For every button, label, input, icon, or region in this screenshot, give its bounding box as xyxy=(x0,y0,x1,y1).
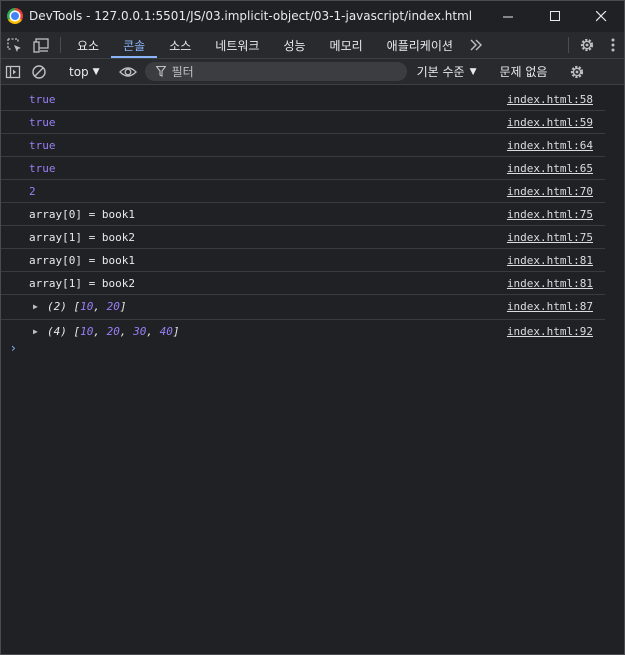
console-message: array[1] = book2 index.html:75 xyxy=(0,226,605,249)
close-button[interactable] xyxy=(578,0,624,32)
divider xyxy=(568,37,569,53)
source-link[interactable]: index.html:92 xyxy=(507,325,593,338)
show-sidebar-button[interactable] xyxy=(0,59,26,84)
more-options-button[interactable] xyxy=(601,32,625,58)
source-link[interactable]: index.html:58 xyxy=(507,93,593,106)
console-object-message[interactable]: ▶ (4) [10, 20, 30, 40] index.html:92 xyxy=(0,320,605,344)
source-link[interactable]: index.html:64 xyxy=(507,139,593,152)
maximize-button[interactable] xyxy=(532,0,578,32)
context-label: top xyxy=(69,64,89,79)
settings-button[interactable] xyxy=(573,32,601,58)
array-value: 40 xyxy=(159,324,173,338)
issues-counter[interactable]: 문제 없음 xyxy=(492,63,556,80)
gear-icon xyxy=(571,65,584,78)
array-value: 10 xyxy=(80,300,94,314)
array-preview: (2) [10, 20] xyxy=(47,300,127,314)
array-value: 10 xyxy=(80,324,94,338)
source-link[interactable]: index.html:65 xyxy=(507,162,593,175)
log-text: true xyxy=(29,138,56,152)
expand-triangle-icon[interactable]: ▶ xyxy=(33,302,38,311)
tab-console[interactable]: 콘솔 xyxy=(111,32,158,58)
source-link[interactable]: index.html:75 xyxy=(507,208,593,221)
filter-placeholder: 필터 xyxy=(171,65,194,79)
log-levels-dropdown[interactable]: 기본 수준 ▼ xyxy=(417,63,477,80)
log-text: true xyxy=(29,115,56,129)
dropdown-caret-icon: ▼ xyxy=(92,66,100,77)
console-message: true index.html:59 xyxy=(0,111,605,134)
log-text: array[0] = book1 xyxy=(29,253,135,267)
tab-elements[interactable]: 요소 xyxy=(65,32,111,58)
tab-application[interactable]: 애플리케이션 xyxy=(375,32,465,58)
source-link[interactable]: index.html:75 xyxy=(507,231,593,244)
more-tabs-button[interactable] xyxy=(465,32,487,58)
close-icon xyxy=(595,10,606,21)
source-link[interactable]: index.html:81 xyxy=(507,277,593,290)
console-message: true index.html:58 xyxy=(0,88,605,111)
console-message: true index.html:65 xyxy=(0,157,605,180)
tab-performance[interactable]: 성능 xyxy=(271,32,317,58)
minimize-icon xyxy=(502,16,513,17)
console-message: array[1] = book2 index.html:81 xyxy=(0,272,605,295)
minimize-button[interactable] xyxy=(485,0,531,32)
tab-memory[interactable]: 메모리 xyxy=(318,32,375,58)
log-text: true xyxy=(29,161,56,175)
log-text: array[0] = book1 xyxy=(29,207,135,221)
console-message: array[0] = book1 index.html:81 xyxy=(0,249,605,272)
clear-console-icon xyxy=(32,64,46,79)
console-output: true index.html:58 true index.html:59 tr… xyxy=(0,88,605,343)
source-link[interactable]: index.html:70 xyxy=(507,185,593,198)
window-title: DevTools - 127.0.0.1:5501/JS/03.implicit… xyxy=(29,9,473,23)
eye-icon xyxy=(118,66,137,77)
console-prompt[interactable]: › xyxy=(11,341,16,355)
double-chevron-right-icon xyxy=(470,39,482,51)
array-preview: (4) [10, 20, 30, 40] xyxy=(47,324,180,338)
log-text: true xyxy=(29,92,56,106)
source-link[interactable]: index.html:87 xyxy=(507,300,593,313)
device-toolbar-button[interactable] xyxy=(28,32,56,58)
console-toolbar: top ▼ 필터 기본 수준 ▼ 문제 없음 xyxy=(0,59,625,85)
title-bar: DevTools - 127.0.0.1:5501/JS/03.implicit… xyxy=(0,0,625,32)
console-message: array[0] = book1 index.html:75 xyxy=(0,203,605,226)
maximize-icon xyxy=(549,10,560,21)
context-selector[interactable]: top ▼ xyxy=(61,65,106,79)
sidebar-toggle-icon xyxy=(5,65,21,78)
console-settings-button[interactable] xyxy=(564,59,590,84)
chrome-logo-icon xyxy=(7,8,23,24)
clear-console-button[interactable] xyxy=(26,59,52,84)
console-message: true index.html:64 xyxy=(0,134,605,157)
divider xyxy=(60,37,61,53)
source-link[interactable]: index.html:59 xyxy=(507,116,593,129)
tab-network[interactable]: 네트워크 xyxy=(203,32,271,58)
live-expression-button[interactable] xyxy=(115,59,141,84)
tab-sources[interactable]: 소스 xyxy=(157,32,203,58)
log-text: 2 xyxy=(29,184,36,198)
filter-icon xyxy=(155,66,166,77)
inspect-element-button[interactable] xyxy=(0,32,28,58)
array-value: 20 xyxy=(106,300,120,314)
console-message: 2 index.html:70 xyxy=(0,180,605,203)
dropdown-caret-icon: ▼ xyxy=(469,66,477,77)
inspect-element-icon xyxy=(7,38,21,52)
array-value: 20 xyxy=(106,324,120,338)
console-object-message[interactable]: ▶ (2) [10, 20] index.html:87 xyxy=(0,295,605,320)
log-text: array[1] = book2 xyxy=(29,276,135,290)
devtools-tabs-bar: 요소 콘솔 소스 네트워크 성능 메모리 애플리케이션 xyxy=(0,32,625,59)
expand-triangle-icon[interactable]: ▶ xyxy=(33,327,38,336)
kebab-menu-icon xyxy=(611,38,615,52)
array-prefix: (4) [ xyxy=(47,324,81,338)
filter-input[interactable]: 필터 xyxy=(144,62,407,81)
gear-icon xyxy=(580,38,594,52)
source-link[interactable]: index.html:81 xyxy=(507,254,593,267)
log-text: array[1] = book2 xyxy=(29,230,135,244)
array-prefix: (2) [ xyxy=(47,300,81,314)
device-toolbar-icon xyxy=(33,38,49,53)
array-value: 30 xyxy=(133,324,147,338)
log-levels-label: 기본 수준 xyxy=(416,65,465,79)
